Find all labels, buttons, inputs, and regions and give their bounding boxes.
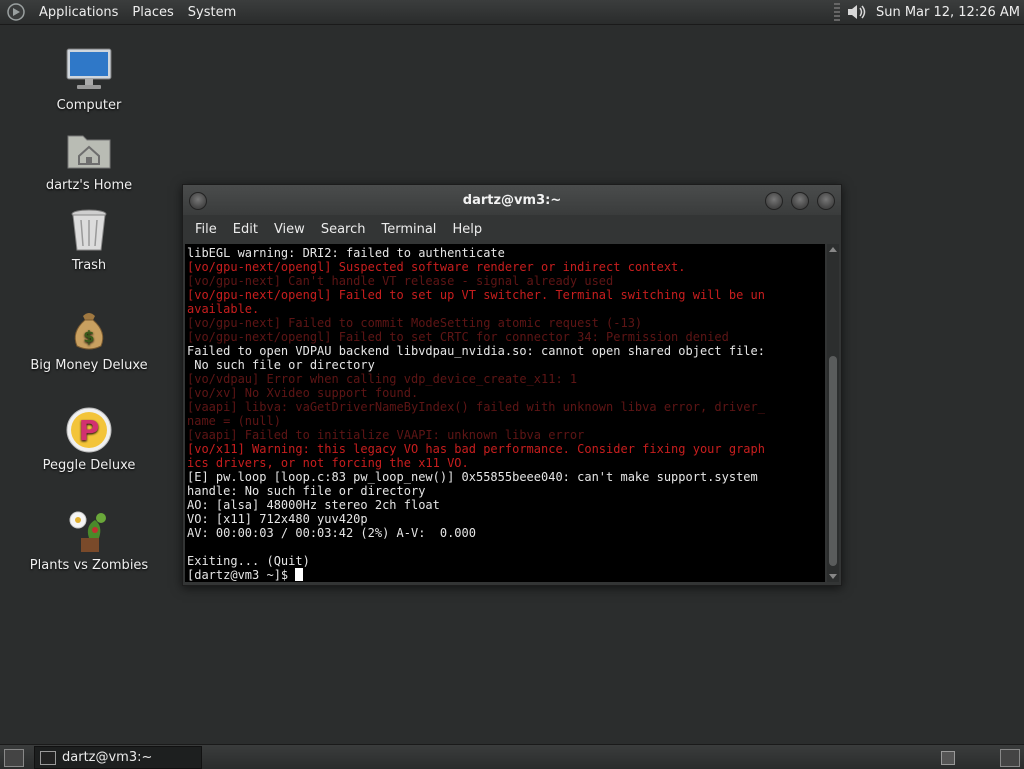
taskbar-terminal-button[interactable]: dartz@vm3:~ <box>34 746 202 769</box>
terminal-line: [vo/gpu-next/opengl] Suspected software … <box>187 260 686 274</box>
desktop-icon-label: Big Money Deluxe <box>30 358 148 373</box>
desktop-icon-label: Peggle Deluxe <box>42 458 136 473</box>
terminal-line: [vaapi] Failed to initialize VAAPI: unkn… <box>187 428 585 442</box>
desktop-icon-label: Computer <box>56 98 122 113</box>
terminal-line: [E] pw.loop [loop.c:83 pw_loop_new()] 0x… <box>187 470 758 484</box>
panel-separator <box>833 3 840 21</box>
terminal-prompt-line[interactable]: [dartz@vm3 ~]$ <box>187 568 825 582</box>
terminal-scrollbar[interactable] <box>827 244 839 582</box>
terminal-line: [vo/gpu-next] Can't handle VT release - … <box>187 274 614 288</box>
clock[interactable]: Sun Mar 12, 12:26 AM <box>876 5 1020 20</box>
trash-applet-icon[interactable] <box>1000 749 1020 767</box>
scroll-down-arrow-icon[interactable] <box>829 574 837 579</box>
money-bag-icon: $ <box>74 313 104 350</box>
terminal-line: [vo/vdpau] Error when calling vdp_device… <box>187 372 578 386</box>
bottom-panel: dartz@vm3:~ <box>0 744 1024 769</box>
terminal-line: [vo/gpu-next/opengl] Failed to set up VT… <box>187 288 765 302</box>
text-cursor <box>295 568 304 581</box>
scroll-thumb[interactable] <box>829 356 837 566</box>
peggle-icon: P <box>66 407 112 453</box>
terminal-menubar: File Edit View Search Terminal Help <box>183 215 841 243</box>
system-menu[interactable]: System <box>181 5 243 20</box>
terminal-line: [vo/x11] Warning: this legacy VO has bad… <box>187 442 765 456</box>
top-panel: Applications Places System Sun Mar 12, 1… <box>0 0 1024 25</box>
desktop-icon-label: Plants vs Zombies <box>29 558 149 573</box>
desktop-icon-label: Trash <box>71 258 107 273</box>
terminal-line: ics drivers, or not forcing the x11 VO. <box>187 456 469 470</box>
svg-text:P: P <box>79 414 100 447</box>
home-folder-icon <box>67 135 111 169</box>
menu-help[interactable]: Help <box>444 222 490 237</box>
show-desktop-icon[interactable] <box>4 749 24 767</box>
minimize-button[interactable] <box>765 192 783 210</box>
computer-icon <box>66 48 112 89</box>
desktop-icon-computer[interactable]: Computer <box>14 46 164 113</box>
shell-prompt: [dartz@vm3 ~]$ <box>187 568 296 582</box>
close-button[interactable] <box>817 192 835 210</box>
terminal-line: [vo/xv] No Xvideo support found. <box>187 386 419 400</box>
taskbar-label: dartz@vm3:~ <box>62 750 153 765</box>
desktop-icon-trash[interactable]: Trash <box>14 206 164 273</box>
terminal-window[interactable]: dartz@vm3:~ File Edit View Search Termin… <box>182 184 842 586</box>
terminal-line: AO: [alsa] 48000Hz stereo 2ch float <box>187 498 440 512</box>
maximize-button[interactable] <box>791 192 809 210</box>
menu-edit[interactable]: Edit <box>225 222 266 237</box>
menu-file[interactable]: File <box>187 222 225 237</box>
terminal-lines: libEGL warning: DRI2: failed to authenti… <box>185 244 825 582</box>
desktop-icon-home[interactable]: dartz's Home <box>14 126 164 193</box>
terminal-line: available. <box>187 302 260 316</box>
terminal-line: name = (null) <box>187 414 281 428</box>
volume-icon[interactable] <box>846 2 868 22</box>
scroll-up-arrow-icon[interactable] <box>829 247 837 252</box>
terminal-icon <box>40 750 56 765</box>
applications-logo-icon[interactable] <box>6 2 26 22</box>
desktop-icon-label: dartz's Home <box>45 178 133 193</box>
places-menu[interactable]: Places <box>125 5 180 20</box>
terminal-line: [vaapi] libva: vaGetDriverNameByIndex() … <box>187 400 765 414</box>
terminal-line: libEGL warning: DRI2: failed to authenti… <box>187 246 505 260</box>
terminal-output[interactable]: libEGL warning: DRI2: failed to authenti… <box>185 244 825 582</box>
trash-icon <box>71 209 107 251</box>
panel-tray: Sun Mar 12, 12:26 AM <box>833 0 1024 24</box>
terminal-line: handle: No such file or directory <box>187 484 426 498</box>
terminal-line: Failed to open VDPAU backend libvdpau_nv… <box>187 344 765 358</box>
terminal-line: AV: 00:00:03 / 00:03:42 (2%) A-V: 0.000 <box>187 526 476 540</box>
terminal-line: VO: [x11] 712x480 yuv420p <box>187 512 368 526</box>
applications-menu[interactable]: Applications <box>32 5 125 20</box>
window-titlebar[interactable]: dartz@vm3:~ <box>183 185 841 215</box>
terminal-line: [vo/gpu-next] Failed to commit ModeSetti… <box>187 316 643 330</box>
plants-icon <box>69 511 106 552</box>
workspace-switcher[interactable] <box>941 751 955 765</box>
menu-search[interactable]: Search <box>313 222 374 237</box>
desktop-icon-plants-vs-zombies[interactable]: Plants vs Zombies <box>14 506 164 573</box>
desktop-icon-peggle[interactable]: P Peggle Deluxe <box>14 406 164 473</box>
terminal-line: No such file or directory <box>187 358 375 372</box>
window-title: dartz@vm3:~ <box>462 193 562 208</box>
menu-terminal[interactable]: Terminal <box>373 222 444 237</box>
svg-text:$: $ <box>83 327 94 346</box>
terminal-line: [vo/gpu-next/opengl] Failed to set CRTC … <box>187 330 729 344</box>
terminal-line: Exiting... (Quit) <box>187 554 310 568</box>
desktop-icon-big-money[interactable]: $ Big Money Deluxe <box>14 306 164 373</box>
menu-view[interactable]: View <box>266 222 313 237</box>
